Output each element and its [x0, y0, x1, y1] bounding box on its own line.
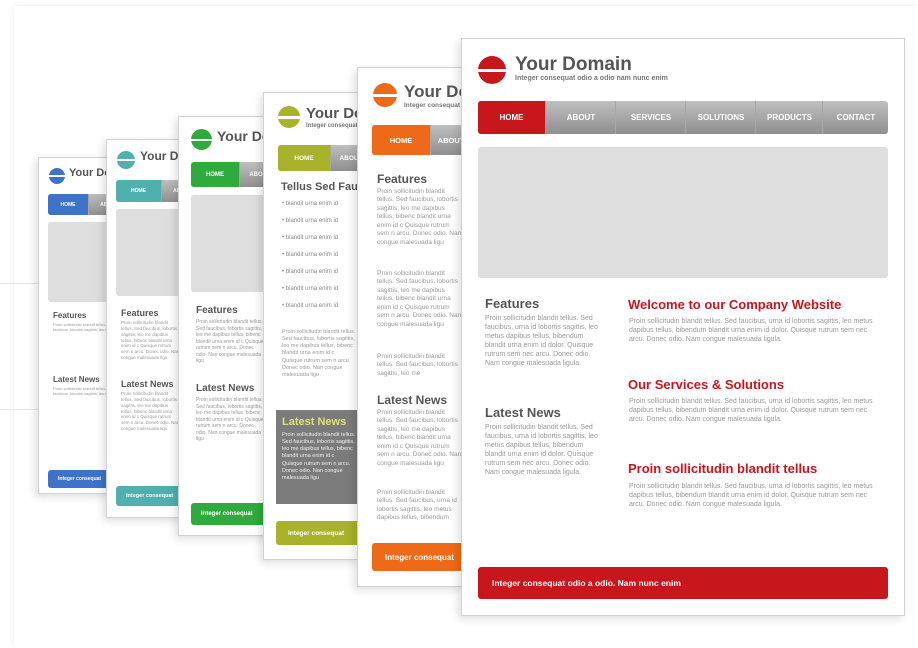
template-card-green[interactable]: Your Domain HOME ABOUT Features Proin so…: [178, 116, 275, 536]
nav-home[interactable]: HOME: [278, 145, 330, 171]
nav-about[interactable]: ABOUT: [330, 145, 359, 171]
bullet-item: • blandit urna enim id: [282, 303, 339, 309]
nav-about[interactable]: ABOUT: [430, 125, 464, 155]
logo-icon: [49, 168, 65, 184]
news-heading: Latest News: [121, 379, 174, 389]
brand-title: Your Domain: [515, 54, 632, 75]
nav-bar: HOME ABOUT SERVICES SOLUTIONS PRODUCTS C…: [478, 101, 888, 134]
features-text: Proin sollicitudin blandit tellus. Sed f…: [377, 188, 462, 246]
features-text: Proin sollicitudin blandit tellus. Sed f…: [485, 315, 598, 368]
body-text: Proin sollicitudin blandit tellus. Sed f…: [282, 329, 356, 378]
bullet-item: • blandit urna enim id: [282, 269, 339, 275]
proin-text: Proin sollicitudin blandit tellus. Sed f…: [629, 483, 873, 509]
footer-text: Integer consequat: [58, 476, 102, 482]
features-heading: Features: [485, 296, 540, 311]
nav-services[interactable]: SERVICES: [615, 101, 686, 134]
news-text: Proin sollicitudin blandit tellus. Sed f…: [282, 432, 356, 481]
brand-tagline: Integer consequat odio a odio nam nunc e…: [404, 102, 464, 109]
section-title: Tellus Sed Fau: [281, 181, 358, 193]
template-card-red[interactable]: Your Domain Integer consequat odio a odi…: [461, 38, 905, 616]
nav-contact[interactable]: CONTACT: [822, 101, 888, 134]
services-heading: Our Services & Solutions: [628, 377, 785, 392]
features-text: Proin sollicitudin blandit tellus. Sed f…: [121, 320, 180, 361]
footer-bar: Integer consequat: [372, 543, 464, 571]
divider: [0, 283, 40, 284]
features-heading: Features: [53, 311, 87, 320]
logo-icon: [478, 56, 506, 84]
nav-bar: HOME ABOUT: [372, 125, 464, 155]
nav-solutions[interactable]: SOLUTIONS: [685, 101, 756, 134]
bullet-item: • blandit urna enim id: [282, 218, 339, 224]
services-text: Proin sollicitudin blandit tellus. Sed f…: [629, 398, 873, 424]
news-heading: Latest News: [196, 383, 255, 394]
news-text: Proin sollicitudin blandit tellus. Sed f…: [121, 391, 180, 432]
logo-icon: [373, 83, 397, 107]
news-text: Proin sollicitudin blandit tellus. Sed f…: [485, 424, 598, 477]
bullet-item: • blandit urna enim id: [282, 235, 339, 241]
bullet-item: • blandit urna enim id: [282, 201, 339, 207]
bullet-item: • blandit urna enim id: [282, 286, 339, 292]
footer-bar: Integer consequat: [276, 521, 359, 545]
news-heading: Latest News: [377, 393, 448, 407]
nav-home[interactable]: HOME: [116, 180, 161, 202]
footer-text: Integer consequat: [201, 511, 253, 517]
brand-title: Your Domain: [404, 82, 464, 101]
proin-heading: Proin sollicitudin blandit tellus: [628, 461, 818, 476]
brand-tagline: Integer consequat odio a odio nam nunc e…: [515, 75, 668, 82]
footer-text: Integer consequat odio a odio. Nam nunc …: [492, 578, 681, 588]
features-text: Proin sollicitudin blandit tellus. Sed f…: [196, 319, 264, 364]
features-heading: Features: [121, 308, 159, 318]
news-text-2: Proin sollicitudin blandit tellus. Sed f…: [377, 489, 457, 523]
divider: [0, 409, 40, 410]
footer-bar: Integer consequat odio a odio. Nam nunc …: [478, 567, 888, 599]
nav-products[interactable]: PRODUCTS: [755, 101, 823, 134]
footer-text: Integer consequat: [385, 552, 454, 562]
nav-home[interactable]: HOME: [372, 125, 430, 155]
footer-text: Integer consequat: [288, 529, 344, 537]
features-heading: Features: [377, 172, 428, 186]
bullet-item: • blandit urna enim id: [282, 252, 339, 258]
template-card-orange[interactable]: Your Domain Integer consequat odio a odi…: [357, 67, 465, 587]
nav-bar: HOME ABOUT: [278, 145, 359, 171]
nav-about[interactable]: ABOUT: [545, 101, 616, 134]
features-heading: Features: [196, 305, 238, 316]
template-card-olive[interactable]: Your Domain Integer consequat odio a odi…: [263, 92, 360, 560]
latest-news-box: Latest News Proin sollicitudin blandit t…: [276, 410, 358, 504]
logo-icon: [117, 151, 135, 169]
welcome-text: Proin sollicitudin blandit tellus. Sed f…: [629, 318, 873, 344]
hero-banner: [478, 147, 888, 278]
brand-title: Your Domain: [306, 105, 359, 122]
welcome-heading: Welcome to our Company Website: [628, 297, 842, 312]
features-text-3: Proin sollicitudin blandit tellus. Sed f…: [377, 353, 458, 377]
news-text: Proin sollicitudin blandit tellus. Sed f…: [196, 397, 264, 442]
news-heading: Latest News: [485, 405, 561, 420]
nav-home[interactable]: HOME: [48, 194, 88, 215]
brand-tagline: Integer consequat odio a odio nam nunc e…: [306, 123, 359, 129]
features-text-2: Proin sollicitudin blandit tellus. Sed f…: [377, 270, 462, 328]
news-text: Proin sollicitudin blandit tellus. Sed f…: [377, 409, 462, 467]
footer-text: Integer consequat: [126, 493, 174, 499]
logo-icon: [191, 129, 212, 150]
news-heading: Latest News: [53, 375, 100, 384]
nav-home[interactable]: HOME: [191, 162, 239, 187]
nav-home[interactable]: HOME: [478, 101, 545, 134]
news-heading: Latest News: [282, 416, 347, 428]
logo-icon: [278, 106, 300, 128]
